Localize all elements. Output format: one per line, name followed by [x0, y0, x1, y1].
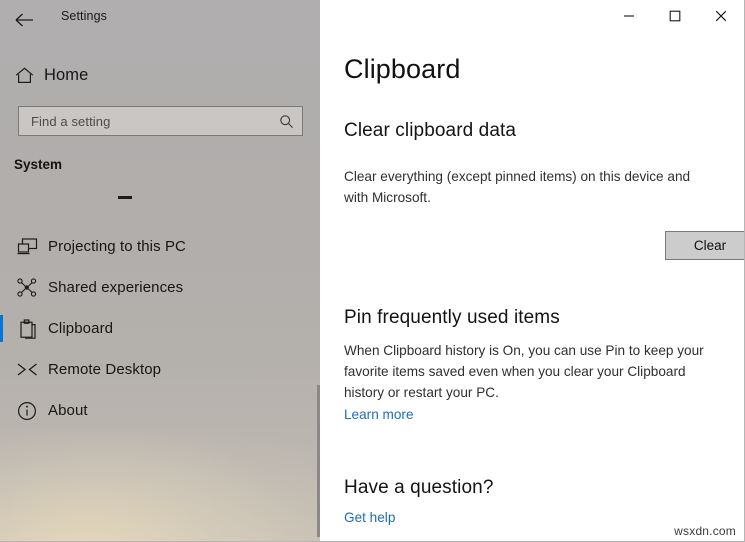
search-icon[interactable]: [274, 114, 302, 129]
sidebar-item-projecting-to-this-pc[interactable]: Projecting to this PC: [0, 226, 320, 267]
section-heading-have-a-question: Have a question?: [344, 477, 494, 498]
window-controls: [606, 0, 744, 32]
section-body-clear-clipboard-data: Clear everything (except pinned items) o…: [344, 169, 691, 205]
info-circle-icon: [0, 401, 48, 421]
watermark: wsxdn.com: [674, 524, 736, 538]
sidebar-section-heading: System: [14, 157, 63, 172]
selection-accent-bar: [0, 315, 3, 342]
selection-accent-bar: [0, 356, 3, 383]
maximize-icon[interactable]: [652, 0, 698, 32]
learn-more-link[interactable]: Learn more: [344, 407, 414, 422]
main-content: Clipboard Clear clipboard data Clear eve…: [320, 0, 744, 541]
section-body-pin-frequently-used-items: When Clipboard history is On, you can us…: [344, 343, 704, 400]
selection-accent-bar: [0, 397, 3, 424]
remote-desktop-icon: [0, 361, 48, 378]
get-help-link[interactable]: Get help: [344, 510, 395, 525]
sidebar-item-about[interactable]: About: [0, 390, 320, 431]
sidebar-item-label: Clipboard: [48, 320, 114, 337]
sidebar-item-clipboard[interactable]: Clipboard: [0, 308, 320, 349]
sidebar-item-partial[interactable]: [118, 196, 132, 199]
section-heading-pin-frequently-used-items: Pin frequently used items: [344, 307, 560, 328]
sidebar-item-home[interactable]: Home: [0, 60, 320, 90]
projector-icon: [0, 237, 48, 256]
back-arrow-icon[interactable]: [8, 4, 42, 36]
sidebar: Settings Home Find a setting System Proj…: [0, 0, 320, 541]
section-heading-clear-clipboard-data: Clear clipboard data: [344, 120, 517, 141]
app-title: Settings: [61, 9, 107, 23]
clipboard-icon: [0, 318, 48, 339]
sidebar-item-shared-experiences[interactable]: Shared experiences: [0, 267, 320, 308]
share-nodes-icon: [0, 278, 48, 297]
sidebar-item-label: Shared experiences: [48, 279, 184, 296]
sidebar-nav: Projecting to this PC Shared experiences: [0, 226, 320, 431]
clear-button[interactable]: Clear: [665, 231, 744, 260]
settings-window: Settings Home Find a setting System Proj…: [0, 0, 745, 542]
page-title: Clipboard: [344, 54, 461, 84]
search-input[interactable]: Find a setting: [18, 106, 303, 136]
sidebar-item-remote-desktop[interactable]: Remote Desktop: [0, 349, 320, 390]
home-icon: [0, 67, 44, 84]
close-icon[interactable]: [698, 0, 744, 32]
sidebar-item-label: Remote Desktop: [48, 361, 162, 378]
sidebar-item-label: Projecting to this PC: [48, 238, 186, 255]
minimize-icon[interactable]: [606, 0, 652, 32]
selection-accent-bar: [0, 233, 3, 260]
sidebar-item-label: About: [48, 402, 88, 419]
search-placeholder: Find a setting: [31, 113, 111, 129]
sidebar-item-home-label: Home: [44, 65, 89, 84]
selection-accent-bar: [0, 274, 3, 301]
sidebar-titlebar: Settings: [0, 0, 320, 40]
